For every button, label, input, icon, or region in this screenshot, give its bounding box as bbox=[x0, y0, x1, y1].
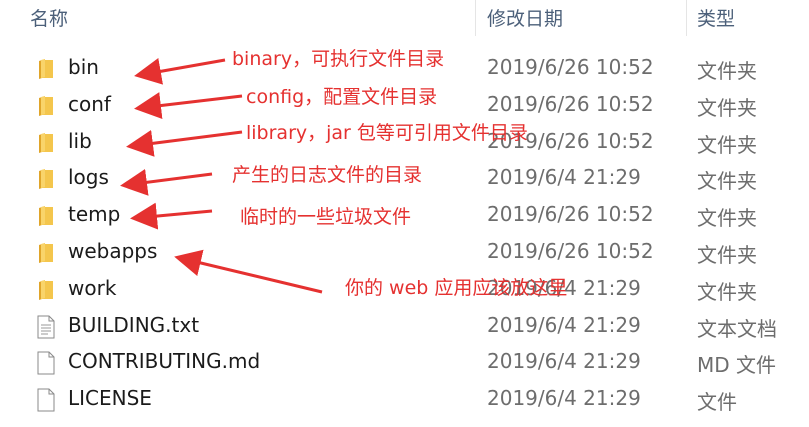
file-modified-date: 2019/6/26 10:52 bbox=[487, 55, 654, 79]
file-name: bin bbox=[68, 55, 99, 79]
column-divider[interactable] bbox=[686, 0, 687, 36]
file-row[interactable]: CONTRIBUTING.md 2019/6/4 21:29 MD 文件 bbox=[0, 344, 809, 380]
file-type: 文件夹 bbox=[697, 243, 757, 267]
annotation-label: library，jar 包等可引用文件目录 bbox=[246, 122, 528, 144]
file-type: 文件夹 bbox=[697, 59, 757, 83]
column-header-bar: 名称 修改日期 类型 bbox=[0, 0, 809, 36]
file-type: 文件夹 bbox=[697, 279, 757, 304]
folder-row[interactable]: webapps 2019/6/26 10:52 文件夹 bbox=[0, 234, 809, 270]
file-name: LICENSE bbox=[68, 386, 152, 411]
folder-icon bbox=[39, 279, 53, 300]
file-type: MD 文件 bbox=[697, 353, 777, 378]
file-row[interactable]: LICENSE 2019/6/4 21:29 文件 bbox=[0, 381, 809, 417]
file-type: 文件夹 bbox=[697, 132, 757, 157]
folder-icon bbox=[39, 132, 53, 153]
folder-icon bbox=[39, 95, 53, 116]
text-file-icon bbox=[37, 315, 55, 339]
file-type: 文件夹 bbox=[697, 206, 757, 231]
document-file-icon bbox=[37, 351, 55, 375]
file-modified-date: 2019/6/4 21:29 bbox=[487, 386, 641, 411]
folder-icon bbox=[39, 206, 53, 227]
file-name: webapps bbox=[68, 239, 158, 263]
file-type: 文本文档 bbox=[697, 316, 777, 341]
folder-icon bbox=[39, 169, 53, 190]
file-modified-date: 2019/6/26 10:52 bbox=[487, 91, 654, 116]
annotation-label: config，配置文件目录 bbox=[246, 86, 438, 108]
file-modified-date: 2019/6/4 21:29 bbox=[487, 349, 641, 374]
document-file-icon bbox=[37, 388, 55, 412]
name-column-header[interactable]: 名称 bbox=[30, 4, 68, 31]
file-name: logs bbox=[68, 165, 109, 190]
folder-icon bbox=[39, 243, 53, 263]
file-name: CONTRIBUTING.md bbox=[68, 349, 261, 374]
column-divider[interactable] bbox=[475, 0, 476, 36]
file-type: 文件 bbox=[697, 390, 737, 415]
file-modified-date: 2019/6/4 21:29 bbox=[487, 312, 641, 337]
type-column-header[interactable]: 类型 bbox=[697, 4, 735, 31]
file-name: BUILDING.txt bbox=[68, 312, 200, 337]
annotation-label: 临时的一些垃圾文件 bbox=[240, 206, 412, 228]
file-modified-date: 2019/6/26 10:52 bbox=[487, 239, 654, 263]
file-modified-date: 2019/6/26 10:52 bbox=[487, 202, 654, 227]
file-name: temp bbox=[68, 202, 121, 227]
file-type: 文件夹 bbox=[697, 95, 757, 120]
date-column-header[interactable]: 修改日期 bbox=[487, 4, 563, 31]
file-name: lib bbox=[68, 128, 92, 153]
annotation-label: 你的 web 应用应该放这里 bbox=[345, 277, 568, 299]
file-type: 文件夹 bbox=[697, 169, 757, 194]
annotation-label: 产生的日志文件的目录 bbox=[232, 164, 423, 186]
file-modified-date: 2019/6/4 21:29 bbox=[487, 165, 641, 190]
annotation-label: binary，可执行文件目录 bbox=[232, 48, 445, 70]
file-name: work bbox=[68, 275, 117, 300]
file-name: conf bbox=[68, 91, 111, 116]
file-row[interactable]: BUILDING.txt 2019/6/4 21:29 文本文档 bbox=[0, 308, 809, 344]
folder-icon bbox=[39, 59, 53, 79]
